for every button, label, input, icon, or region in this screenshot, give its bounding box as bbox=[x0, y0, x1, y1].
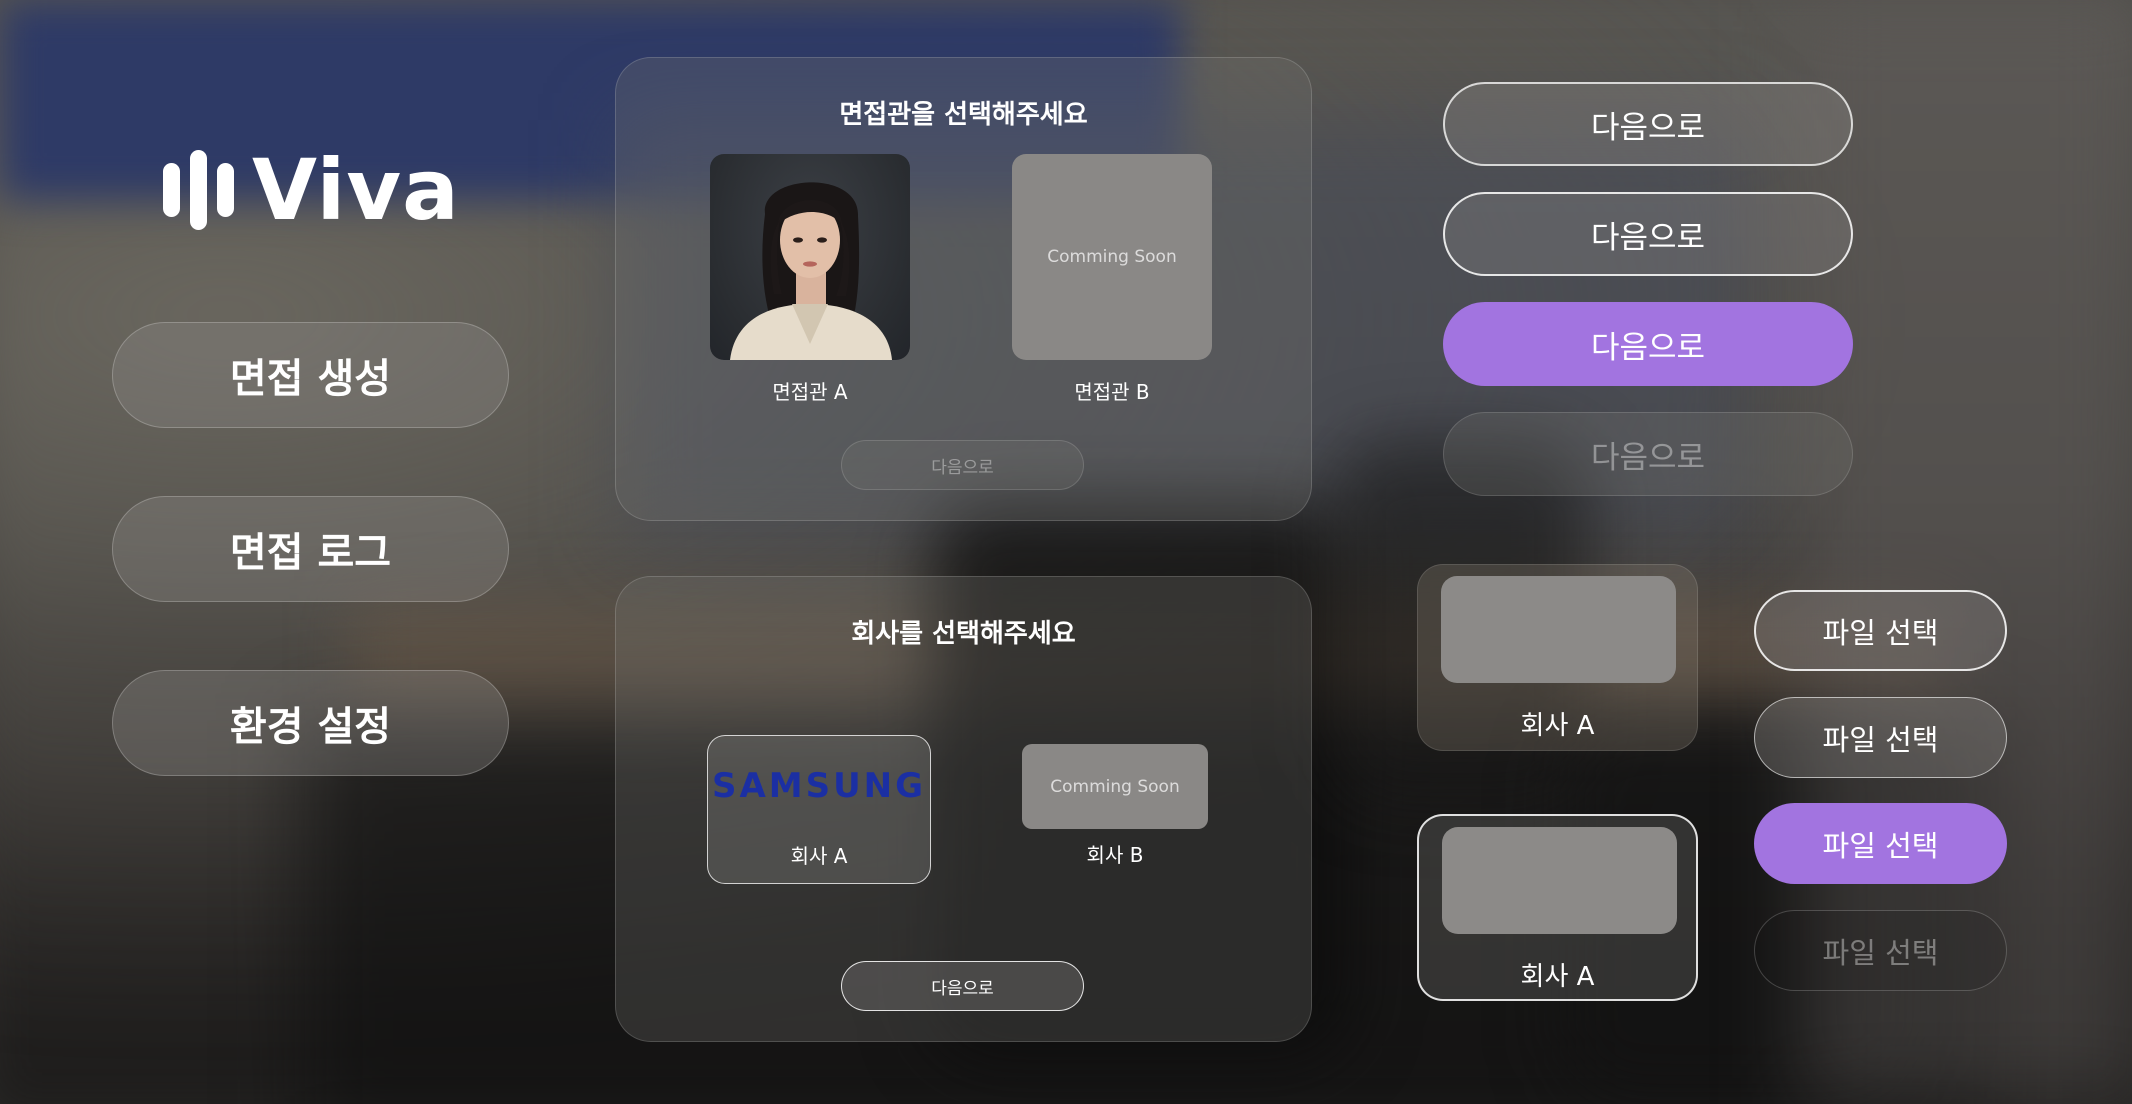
interviewer-b-label: 면접관 B bbox=[1074, 380, 1150, 404]
next-button-outlined[interactable]: 다음으로 bbox=[1443, 192, 1853, 276]
next-button-default[interactable]: 다음으로 bbox=[1443, 82, 1853, 166]
company-widget-selected[interactable]: 회사 A bbox=[1417, 814, 1698, 1001]
company-widget-thumbnail bbox=[1441, 576, 1676, 683]
samsung-logo: SAMSUNG bbox=[711, 766, 927, 806]
file-select-button-active[interactable]: 파일 선택 bbox=[1754, 803, 2007, 884]
next-button-disabled[interactable]: 다음으로 bbox=[1443, 412, 1853, 496]
interviewer-a-avatar bbox=[730, 182, 892, 360]
company-widget-thumbnail bbox=[1442, 827, 1677, 934]
company-select-panel: 회사를 선택해주세요 SAMSUNG 회사 A Comming Soon 회사 … bbox=[615, 576, 1312, 1042]
sound-bars-icon bbox=[163, 148, 234, 232]
nav-create-interview-button[interactable]: 면접 생성 bbox=[112, 322, 509, 428]
company-b-label: 회사 B bbox=[1086, 843, 1144, 867]
interviewer-next-button[interactable]: 다음으로 bbox=[841, 440, 1084, 490]
next-button-active[interactable]: 다음으로 bbox=[1443, 302, 1853, 386]
company-b-card[interactable]: Comming Soon bbox=[1022, 744, 1208, 829]
nav-settings-button[interactable]: 환경 설정 bbox=[112, 670, 509, 776]
file-select-button-disabled[interactable]: 파일 선택 bbox=[1754, 910, 2007, 991]
file-select-button-default[interactable]: 파일 선택 bbox=[1754, 697, 2007, 778]
logo-text: Viva bbox=[252, 141, 460, 239]
interviewer-panel-title: 면접관을 선택해주세요 bbox=[839, 100, 1088, 130]
interviewer-select-panel: 면접관을 선택해주세요 면접관 A Comming Soon 면접관 B 다음으… bbox=[615, 57, 1312, 521]
company-a-label: 회사 A bbox=[790, 844, 848, 868]
interviewer-b-coming-soon: Comming Soon bbox=[1047, 247, 1177, 267]
company-a-card[interactable]: SAMSUNG 회사 A bbox=[707, 735, 931, 884]
company-widget-label: 회사 A bbox=[1520, 962, 1595, 992]
nav-interview-log-button[interactable]: 면접 로그 bbox=[112, 496, 509, 602]
company-widget-default[interactable]: 회사 A bbox=[1417, 564, 1698, 751]
company-next-button[interactable]: 다음으로 bbox=[841, 961, 1084, 1011]
viva-logo: Viva bbox=[163, 148, 463, 232]
interviewer-b-card[interactable]: Comming Soon bbox=[1012, 154, 1212, 360]
company-b-coming-soon: Comming Soon bbox=[1050, 776, 1180, 797]
file-select-button-outlined[interactable]: 파일 선택 bbox=[1754, 590, 2007, 671]
company-widget-label: 회사 A bbox=[1520, 711, 1595, 741]
interviewer-a-card[interactable] bbox=[710, 154, 910, 360]
company-panel-title: 회사를 선택해주세요 bbox=[851, 619, 1076, 649]
interviewer-a-label: 면접관 A bbox=[772, 380, 848, 404]
